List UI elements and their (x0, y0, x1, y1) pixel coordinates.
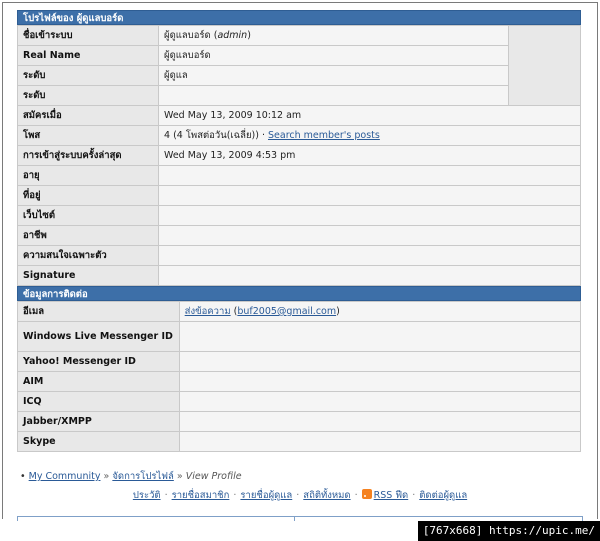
skype-value (178, 431, 582, 452)
row-label: เว็บไซต์ (17, 205, 159, 226)
interests-value (158, 245, 581, 266)
row-label: ชื่อเข้าระบบ (17, 25, 159, 46)
table-row: ชื่อเข้าระบบ ผู้ดูแลบอร์ด (admin) (17, 25, 581, 106)
breadcrumb-home-link[interactable]: My Community (29, 471, 101, 482)
table-row: ระดับ (17, 85, 581, 106)
send-message-link[interactable]: ส่งข้อความ (185, 306, 231, 317)
rank-value: ผู้ดูแล (158, 65, 509, 86)
footer-dot: · (233, 490, 237, 501)
profile-header: โปรไฟล์ของ ผู้ดูแลบอร์ด (17, 10, 581, 25)
row-label: อาชีพ (17, 225, 159, 246)
last-visit-value: Wed May 13, 2009 4:53 pm (158, 145, 581, 166)
row-label: ที่อยู่ (17, 185, 159, 206)
table-row: โพส 4 (4 โพสต่อวัน(เฉลี่ย)) · Search mem… (17, 125, 581, 146)
wlm-value (178, 321, 582, 352)
yahoo-value (178, 351, 582, 372)
breadcrumb: • My Community » จัดการโปรไฟล์ » View Pr… (20, 469, 242, 484)
row-label: Skype (17, 431, 180, 452)
table-row: Windows Live Messenger ID (17, 321, 582, 352)
footer-link-rss[interactable]: RSS ฟีด (374, 490, 409, 501)
footer-dot: · (164, 490, 168, 501)
row-label: อายุ (17, 165, 159, 186)
table-row: การเข้าสู่ระบบครั้งล่าสุด Wed May 13, 20… (17, 145, 581, 166)
table-row: Real Name ผู้ดูแลบอร์ด (17, 45, 581, 66)
breadcrumb-separator: » (176, 471, 183, 482)
posts-value: 4 (4 โพสต่อวัน(เฉลี่ย)) · Search member'… (158, 125, 581, 146)
website-value (158, 205, 581, 226)
signature-value (158, 265, 581, 286)
table-row: สมัครเมื่อ Wed May 13, 2009 10:12 am (17, 105, 581, 126)
breadcrumb-bullet: • (20, 471, 26, 482)
table-row: Jabber/XMPP (17, 411, 582, 432)
row-label: Signature (17, 265, 159, 286)
profile-container: โปรไฟล์ของ ผู้ดูแลบอร์ด ชื่อเข้าระบบ ผู้… (17, 10, 582, 452)
footer-link-members[interactable]: รายชื่อสมาชิก (172, 490, 230, 501)
row-label: โพส (17, 125, 159, 146)
breadcrumb-current: View Profile (185, 471, 242, 482)
footer-dot: · (296, 490, 300, 501)
table-row: AIM (17, 371, 582, 392)
realname-value: ผู้ดูแลบอร์ด (158, 45, 509, 66)
table-row: ICQ (17, 391, 582, 412)
row-label: ระดับ (17, 65, 159, 86)
row-label: Yahoo! Messenger ID (17, 351, 180, 372)
breadcrumb-manage-link[interactable]: จัดการโปรไฟล์ (112, 471, 174, 482)
contact-table: อีเมล ส่งข้อความ (buf2005@gmail.com) Win… (17, 301, 582, 452)
table-row: Signature (17, 265, 581, 286)
contact-header: ข้อมูลการติดต่อ (17, 286, 581, 301)
email-value: ส่งข้อความ (buf2005@gmail.com) (178, 301, 582, 322)
rank-image-value (158, 85, 509, 106)
row-label: อีเมล (17, 301, 180, 322)
table-row: อีเมล ส่งข้อความ (buf2005@gmail.com) (17, 301, 582, 322)
icq-value (178, 391, 582, 412)
search-posts-link[interactable]: Search member's posts (268, 130, 380, 141)
footer-link-moderators[interactable]: รายชื่อผู้ดูแล (240, 490, 292, 501)
row-label: สมัครเมื่อ (17, 105, 159, 126)
row-label: Windows Live Messenger ID (17, 321, 180, 352)
row-label: AIM (17, 371, 180, 392)
table-row: ความสนใจเฉพาะตัว (17, 245, 581, 266)
row-label: ICQ (17, 391, 180, 412)
breadcrumb-separator: » (103, 471, 110, 482)
row-label: ความสนใจเฉพาะตัว (17, 245, 159, 266)
username-value: ผู้ดูแลบอร์ด (admin) (158, 25, 509, 46)
jabber-value (178, 411, 582, 432)
username-role: admin (217, 30, 248, 41)
rss-icon (361, 489, 372, 499)
row-label: ระดับ (17, 85, 159, 106)
location-value (158, 185, 581, 206)
footer-link-contact[interactable]: ติดต่อผู้ดูแล (419, 490, 467, 501)
table-row: ที่อยู่ (17, 185, 581, 206)
row-label: การเข้าสู่ระบบครั้งล่าสุด (17, 145, 159, 166)
footer-dot: · (354, 490, 358, 501)
aim-value (178, 371, 582, 392)
footer-links: ประวัติ · รายชื่อสมาชิก · รายชื่อผู้ดูแล · สถิ… (0, 488, 600, 503)
table-row: เว็บไซต์ (17, 205, 581, 226)
row-label: Jabber/XMPP (17, 411, 180, 432)
joined-value: Wed May 13, 2009 10:12 am (158, 105, 581, 126)
row-label: Real Name (17, 45, 159, 66)
age-value (158, 165, 581, 186)
occupation-value (158, 225, 581, 246)
watermark: [767x668] https://upic.me/ (417, 521, 600, 541)
email-link[interactable]: buf2005@gmail.com (237, 306, 336, 317)
profile-table: ชื่อเข้าระบบ ผู้ดูแลบอร์ด (admin) Real N… (17, 25, 581, 286)
table-row: Yahoo! Messenger ID (17, 351, 582, 372)
table-row: Skype (17, 431, 582, 452)
avatar (508, 25, 581, 106)
table-row: อาชีพ (17, 225, 581, 246)
table-row: ระดับ ผู้ดูแล (17, 65, 581, 86)
table-row: อายุ (17, 165, 581, 186)
footer-link-statistics[interactable]: สถิติทั้งหมด (303, 490, 350, 501)
footer-link-history[interactable]: ประวัติ (133, 490, 161, 501)
footer-dot: · (412, 490, 416, 501)
